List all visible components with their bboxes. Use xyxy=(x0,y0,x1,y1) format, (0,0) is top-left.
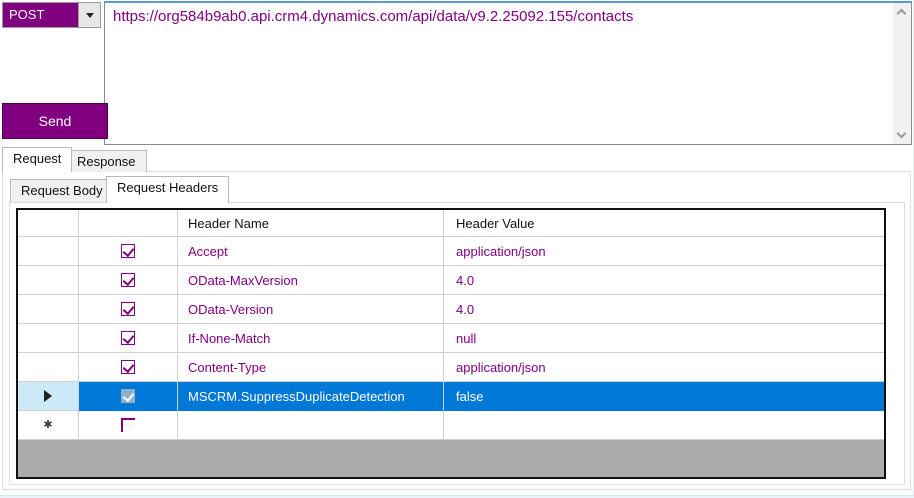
checkbox-checked-icon[interactable] xyxy=(121,273,135,287)
tab-request-body[interactable]: Request Body xyxy=(10,179,114,202)
header-name-cell[interactable]: OData-MaxVersion xyxy=(178,266,444,295)
http-method-combobox[interactable]: POST xyxy=(2,2,101,28)
checkbox-checked-icon[interactable] xyxy=(121,360,135,374)
grid-empty-area xyxy=(18,440,884,477)
enabled-cell[interactable] xyxy=(79,295,178,324)
send-button[interactable]: Send xyxy=(2,103,108,139)
header-name-cell[interactable]: Content-Type xyxy=(178,353,444,382)
new-row-name-cell[interactable] xyxy=(178,411,444,440)
header-value-cell[interactable]: 4.0 xyxy=(444,295,884,324)
grid-header-enabled xyxy=(79,210,178,237)
header-row[interactable]: If-None-Matchnull xyxy=(18,324,884,353)
header-value-cell[interactable]: application/json xyxy=(444,353,884,382)
header-row[interactable]: Acceptapplication/json xyxy=(18,237,884,266)
header-value-cell[interactable]: null xyxy=(444,324,884,353)
tab-request[interactable]: Request xyxy=(2,147,72,172)
header-name-cell[interactable]: OData-Version xyxy=(178,295,444,324)
http-method-value: POST xyxy=(3,3,78,27)
header-row[interactable]: Content-Typeapplication/json xyxy=(18,353,884,382)
header-name-cell[interactable]: If-None-Match xyxy=(178,324,444,353)
grid-header-value: Header Value xyxy=(444,210,884,237)
row-selector-cell[interactable] xyxy=(18,295,79,324)
new-row-value-cell[interactable] xyxy=(444,411,884,440)
url-text[interactable]: https://org584b9ab0.api.crm4.dynamics.co… xyxy=(113,7,887,27)
tab-response[interactable]: Response xyxy=(66,150,147,172)
new-header-row[interactable]: ✱ xyxy=(18,411,884,440)
checkbox-checked-icon[interactable] xyxy=(121,302,135,316)
header-name-cell[interactable]: Accept xyxy=(178,237,444,266)
grid-header-selector xyxy=(18,210,79,237)
header-value-cell[interactable]: application/json xyxy=(444,237,884,266)
enabled-cell[interactable] xyxy=(79,353,178,382)
url-scrollbar[interactable] xyxy=(893,3,911,144)
scroll-up-icon[interactable] xyxy=(897,9,907,19)
checkbox-checked-icon[interactable] xyxy=(121,331,135,345)
api-test-tool-window: POST https://org584b9ab0.api.crm4.dynami… xyxy=(0,0,914,498)
url-input[interactable]: https://org584b9ab0.api.crm4.dynamics.co… xyxy=(104,1,912,145)
grid-header-row: Header Name Header Value xyxy=(18,210,884,237)
new-row-asterisk-icon: ✱ xyxy=(43,420,52,431)
checkbox-checked-icon[interactable] xyxy=(121,244,135,258)
header-row[interactable]: OData-Version4.0 xyxy=(18,295,884,324)
checkbox-unchecked-icon[interactable] xyxy=(121,418,135,432)
current-row-arrow-icon xyxy=(44,390,52,402)
request-headers-grid: Header Name Header Value Acceptapplicati… xyxy=(16,208,886,479)
header-value-cell[interactable]: 4.0 xyxy=(444,266,884,295)
row-selector-cell[interactable] xyxy=(18,324,79,353)
header-value-cell[interactable]: false xyxy=(444,382,884,411)
enabled-cell[interactable] xyxy=(79,324,178,353)
scroll-down-icon[interactable] xyxy=(897,129,907,139)
header-row[interactable]: OData-MaxVersion4.0 xyxy=(18,266,884,295)
row-selector-cell[interactable] xyxy=(18,353,79,382)
enabled-cell[interactable] xyxy=(79,382,178,411)
enabled-cell[interactable] xyxy=(79,237,178,266)
new-row-enabled-cell[interactable] xyxy=(79,411,178,440)
enabled-cell[interactable] xyxy=(79,266,178,295)
checkbox-checked-icon[interactable] xyxy=(121,389,135,403)
header-name-cell[interactable]: MSCRM.SuppressDuplicateDetection xyxy=(178,382,444,411)
row-selector-cell[interactable] xyxy=(18,382,79,411)
row-selector-cell[interactable] xyxy=(18,237,79,266)
method-dropdown-button[interactable] xyxy=(78,3,100,27)
tab-request-headers[interactable]: Request Headers xyxy=(106,176,229,203)
new-row-selector-cell[interactable]: ✱ xyxy=(18,411,79,440)
row-selector-cell[interactable] xyxy=(18,266,79,295)
grid-header-name: Header Name xyxy=(178,210,444,237)
header-row[interactable]: MSCRM.SuppressDuplicateDetectionfalse xyxy=(18,382,884,411)
chevron-down-icon xyxy=(86,13,94,18)
